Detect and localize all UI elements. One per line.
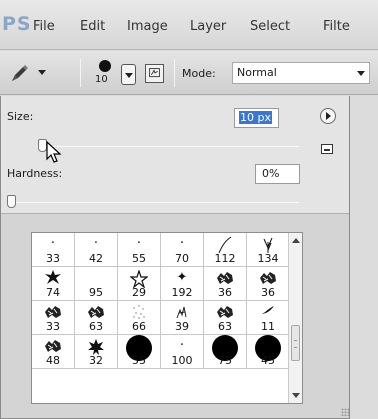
brush-tip-icon: · — [179, 338, 185, 353]
brush-preset-7[interactable]: 95 — [75, 267, 118, 301]
brush-size-number: 32 — [89, 354, 103, 367]
brush-preset-8[interactable]: 29 — [118, 267, 161, 301]
brush-preset-6[interactable]: 74 — [32, 267, 75, 301]
brush-preset-15[interactable]: 39 — [161, 301, 204, 335]
brush-size-number: 55 — [132, 354, 146, 367]
photoshop-logo: PS — [2, 13, 32, 35]
size-field[interactable]: 10 px — [234, 108, 279, 128]
brush-size-number: 39 — [175, 320, 189, 333]
brush-preset-23[interactable]: 45 — [247, 335, 290, 369]
brush-size-number: 33 — [46, 320, 60, 333]
mouse-cursor-icon — [46, 140, 62, 163]
brush-grid: · 33 · 42 · 55 · 70 112 134 74 95 29 ✦ 192 36 36 33 63 66 39… — [31, 232, 303, 404]
brush-preset-10[interactable]: 36 — [204, 267, 247, 301]
mode-value: Normal — [237, 66, 277, 79]
brush-size-number: 74 — [46, 286, 60, 299]
brush-size-number: 134 — [257, 252, 279, 265]
toolbar-separator — [174, 59, 175, 87]
scroll-down-icon[interactable] — [292, 393, 300, 398]
brush-size-number: 55 — [132, 252, 146, 265]
hardness-slider-thumb[interactable] — [7, 195, 16, 208]
brush-preset-16[interactable]: 63 — [204, 301, 247, 335]
picker-menu-button[interactable] — [319, 107, 337, 125]
menu-image[interactable]: Image — [127, 19, 168, 34]
brush-size-number: 66 — [132, 320, 146, 333]
brush-icon[interactable] — [8, 62, 30, 84]
brush-preset-18[interactable]: 48 — [32, 335, 75, 369]
brush-size-number: 48 — [46, 354, 60, 367]
brush-size-number: 112 — [214, 252, 236, 265]
brush-panel-toggle-icon[interactable] — [145, 64, 164, 83]
brush-size-label: 10 — [95, 74, 108, 85]
size-slider-track[interactable] — [37, 146, 299, 147]
brush-preset-22[interactable]: 75 — [204, 335, 247, 369]
brush-preset-20[interactable]: 55 — [118, 335, 161, 369]
brush-size-number: 33 — [46, 252, 60, 265]
menu-bar: PS File Edit Image Layer Select Filte — [0, 0, 378, 50]
brush-preset-11[interactable]: 36 — [247, 267, 290, 301]
brush-preset-picker: Size: 10 px Hardness: 0% · 33 · 42 · 55 · 70 112… — [0, 96, 350, 419]
scrollbar-thumb[interactable] — [291, 325, 300, 361]
chevron-down-icon — [357, 71, 365, 76]
tool-preset-dropdown-icon[interactable] — [38, 70, 46, 75]
brush-preset-5[interactable]: 134 — [247, 233, 290, 267]
menu-filter[interactable]: Filte — [323, 19, 350, 34]
brush-size-number: 36 — [218, 286, 232, 299]
brush-settings: Size: 10 px Hardness: 0% — [1, 96, 349, 214]
menu-layer[interactable]: Layer — [190, 19, 226, 34]
menu-select[interactable]: Select — [250, 19, 290, 34]
brush-tip-icon: · — [93, 236, 99, 251]
brush-size-number: 11 — [261, 320, 275, 333]
size-value: 10 px — [239, 111, 272, 124]
brush-size-number: 29 — [132, 286, 146, 299]
brush-tip-icon: · — [50, 236, 56, 251]
brush-preset-21[interactable]: · 100 — [161, 335, 204, 369]
hardness-field[interactable]: 0% — [255, 164, 300, 184]
toolbar-separator — [80, 59, 81, 87]
brush-size-number: 63 — [218, 320, 232, 333]
brush-preview-icon[interactable] — [99, 60, 111, 72]
brush-preset-14[interactable]: 66 — [118, 301, 161, 335]
menu-edit[interactable]: Edit — [80, 19, 105, 34]
brush-size-number: 95 — [89, 286, 103, 299]
brush-size-number: 63 — [89, 320, 103, 333]
brush-size-number: 192 — [171, 286, 193, 299]
brush-preset-1[interactable]: · 42 — [75, 233, 118, 267]
brush-tip-icon: · — [179, 236, 185, 251]
brush-tip-icon: · — [136, 236, 142, 251]
mode-select[interactable]: Normal — [232, 62, 370, 84]
brush-preset-9[interactable]: ✦ 192 — [161, 267, 204, 301]
brush-preset-3[interactable]: · 70 — [161, 233, 204, 267]
brush-picker-dropdown-button[interactable] — [121, 64, 136, 85]
mode-label: Mode: — [182, 67, 216, 80]
size-label: Size: — [7, 110, 34, 123]
brush-size-number: 45 — [261, 354, 275, 367]
hardness-label: Hardness: — [7, 167, 63, 180]
brush-grid-cells: · 33 · 42 · 55 · 70 112 134 74 95 29 ✦ 192 36 36 33 63 66 39… — [32, 233, 290, 369]
brush-preset-12[interactable]: 33 — [32, 301, 75, 335]
brush-preset-4[interactable]: 112 — [204, 233, 247, 267]
brush-preset-2[interactable]: · 55 — [118, 233, 161, 267]
brush-preset-17[interactable]: 11 — [247, 301, 290, 335]
brush-size-number: 70 — [175, 252, 189, 265]
brush-size-number: 36 — [261, 286, 275, 299]
scroll-up-icon[interactable] — [292, 238, 300, 243]
brush-tip-icon: ✦ — [176, 270, 188, 285]
brush-preset-13[interactable]: 63 — [75, 301, 118, 335]
brush-grid-scrollbar[interactable] — [288, 233, 302, 403]
brush-size-number: 75 — [218, 354, 232, 367]
brush-size-number: 42 — [89, 252, 103, 265]
brush-size-number: 100 — [171, 354, 193, 367]
brush-tip-icon — [260, 304, 276, 321]
options-bar: 10 Mode: Normal — [0, 51, 378, 95]
resize-grip-icon[interactable] — [341, 408, 349, 416]
menu-file[interactable]: File — [33, 19, 55, 34]
new-preset-icon[interactable] — [321, 144, 333, 154]
brush-preset-19[interactable]: 32 — [75, 335, 118, 369]
brush-preset-0[interactable]: · 33 — [32, 233, 75, 267]
hardness-slider-track[interactable] — [7, 202, 299, 203]
